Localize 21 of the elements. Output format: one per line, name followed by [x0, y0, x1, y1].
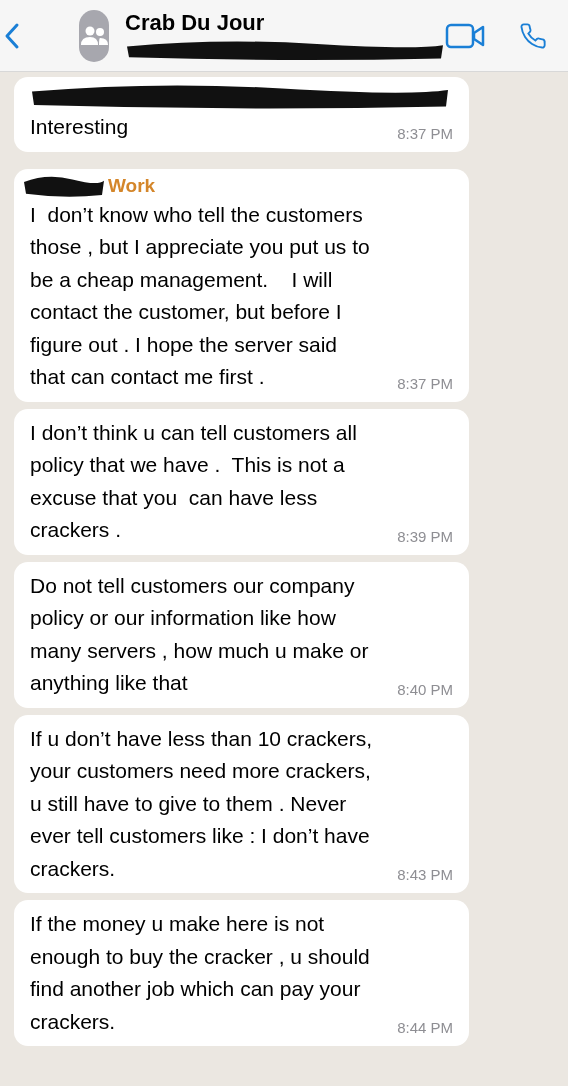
message-text: I don’t know who tell the customers those , but I appreciate you put us to be a cheap management. I will contact the customer, but before I figure out . I hope the server said that can contact me first . [30, 201, 370, 390]
message-text: If u don’t have less than 10 crackers, your customers need more crackers, u still have to give to them . Never ever tell customers like : I don’t have crackers. [30, 725, 373, 882]
message-time: 8:43 PM [397, 865, 453, 885]
message-text: Do not tell customers our company policy or our information like how many servers , how much u make or anything like that [30, 572, 369, 696]
sender-name: Work [108, 173, 156, 198]
video-camera-icon [445, 22, 485, 49]
phone-icon [519, 21, 547, 50]
group-avatar[interactable] [79, 9, 109, 62]
message-time: 8:44 PM [397, 1018, 453, 1038]
message-text: I don’t think u can tell customers all policy that we have . This is not a excuse that you can have less crackers . [30, 419, 357, 543]
message-time: 8:37 PM [397, 123, 453, 144]
message-time: 8:37 PM [397, 373, 453, 394]
message-text: Interesting [30, 114, 129, 140]
people-icon [79, 25, 109, 46]
message-time: 8:39 PM [397, 526, 453, 547]
message-time: 8:40 PM [397, 679, 453, 700]
video-call-button[interactable] [445, 22, 485, 49]
back-icon [4, 21, 20, 50]
chat-title[interactable]: Crab Du Jour [125, 9, 445, 36]
message-text: If the money u make here is not enough to buy the cracker , u should find another job which can pay your crackers. [30, 911, 370, 1035]
call-button[interactable] [519, 21, 547, 50]
